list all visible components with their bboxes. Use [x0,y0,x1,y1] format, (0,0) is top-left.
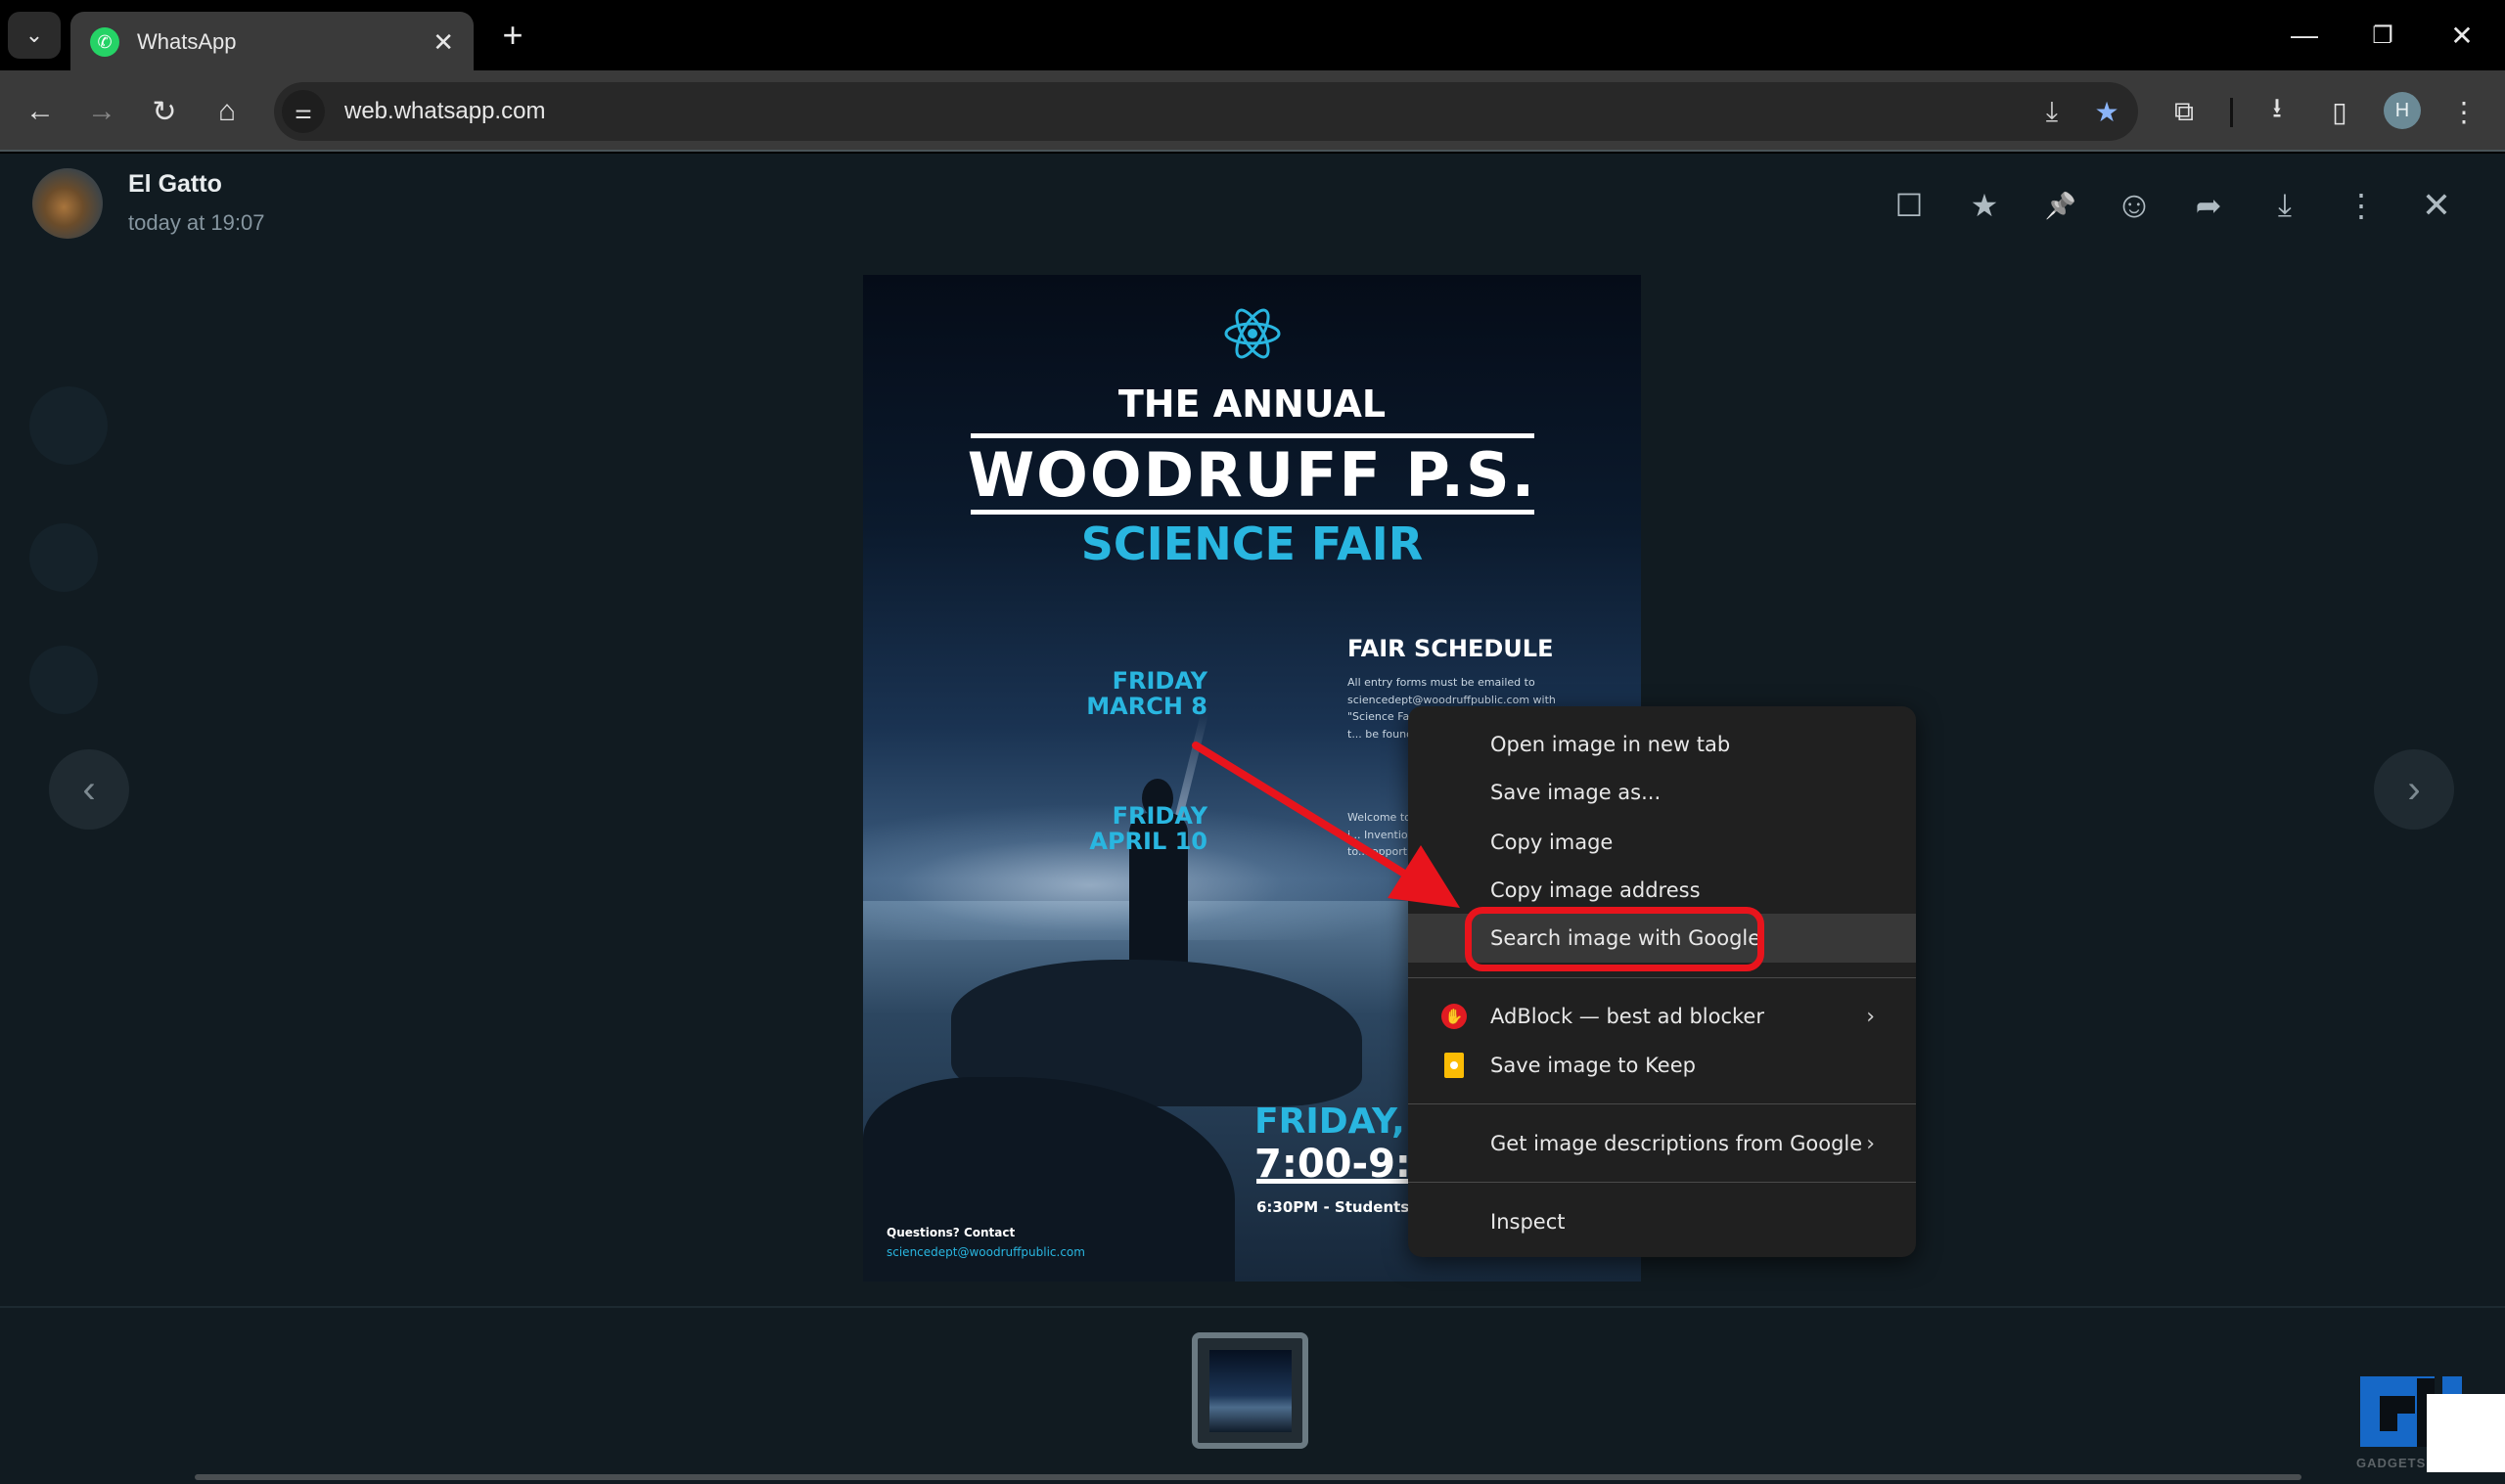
atom-icon [1224,308,1281,359]
downloads-icon[interactable]: ⭳ [2254,88,2300,135]
previous-media-button[interactable]: ‹ [49,749,129,830]
adblock-icon: ✋ [1441,1004,1467,1029]
pin-icon[interactable]: 📌 [2037,182,2084,229]
date-month: APRIL 10 [1089,828,1207,855]
poster-title: WOODRUFF P.S. [967,439,1537,511]
background-avatar [29,523,98,592]
menu-item-label: Open image in new tab [1490,733,1731,756]
watermark-text: GADGETS [2356,1456,2427,1470]
menu-item-open-image-new-tab[interactable]: Open image in new tab [1408,720,1916,769]
menu-item-inspect[interactable]: Inspect [1408,1197,1916,1246]
back-button[interactable]: ← [19,90,62,133]
chevron-right-icon: › [1866,1004,1875,1029]
poster-rule [971,510,1534,515]
profile-avatar[interactable]: H [2384,92,2421,129]
tab-close-icon[interactable]: ✕ [433,27,454,58]
media-thumbnail[interactable] [1192,1332,1308,1449]
browser-menu-icon[interactable]: ⋮ [2440,88,2487,135]
site-info-icon[interactable]: ⚌ [282,90,325,133]
thumbnail-strip-divider [0,1306,2505,1308]
menu-item-label: Save image as... [1490,781,1662,804]
poster-event: SCIENCE FAIR [1080,517,1424,570]
sender-name: El Gatto [128,170,222,198]
forward-icon[interactable]: ➦ [2185,182,2232,229]
menu-item-adblock[interactable]: ✋ AdBlock — best ad blocker › [1408,992,1916,1041]
poster-students-line: 6:30PM - Students s [1256,1198,1424,1216]
menu-item-label: Save image to Keep [1490,1054,1696,1077]
poster-contact-email: sciencedept@woodruffpublic.com [887,1245,1085,1259]
sender-avatar[interactable] [32,168,103,239]
date-day: FRIDAY [1112,667,1207,695]
menu-item-label: Inspect [1490,1210,1566,1234]
poster-event-day: FRIDAY, [1254,1102,1405,1142]
next-media-button[interactable]: › [2374,749,2454,830]
tab-title: WhatsApp [137,29,237,54]
date-month: MARCH 8 [1086,693,1207,720]
poster-date-1: FRIDAY MARCH 8 [1012,668,1207,719]
close-icon[interactable]: ✕ [2413,182,2460,229]
menu-item-get-image-descriptions[interactable]: Get image descriptions from Google › [1408,1119,1916,1168]
reload-button[interactable]: ↻ [143,90,186,133]
white-overlay-patch [2427,1394,2505,1472]
new-tab-button[interactable]: + [491,14,534,57]
side-panel-icon[interactable]: ▯ [2316,88,2363,135]
menu-separator [1408,1103,1916,1104]
bookmark-star-icon[interactable]: ★ [2083,88,2130,135]
context-menu: Open image in new tab Save image as... C… [1408,706,1916,1257]
home-button[interactable]: ⌂ [205,90,249,133]
message-timestamp: today at 19:07 [128,210,265,235]
horizontal-scrollbar[interactable] [195,1474,2301,1480]
restore-button[interactable]: ❐ [2353,14,2412,57]
toolbar-divider [2230,98,2233,127]
react-icon[interactable]: ☺ [2111,182,2158,229]
menu-item-save-to-keep[interactable]: Save image to Keep [1408,1041,1916,1090]
forward-button[interactable]: → [80,90,123,133]
menu-item-label: Copy image address [1490,878,1701,902]
minimize-button[interactable]: — [2275,14,2334,57]
chevron-left-icon: ‹ [82,767,96,811]
menu-separator [1408,1182,1916,1183]
reply-icon[interactable]: ☐ [1886,182,1933,229]
annotation-highlight-box [1465,907,1764,971]
chevron-right-icon: › [1866,1131,1875,1156]
poster-date-2: FRIDAY APRIL 10 [1012,803,1207,854]
window-close-button[interactable]: ✕ [2433,14,2491,57]
menu-item-save-image-as[interactable]: Save image as... [1408,768,1916,817]
menu-item-label: Get image descriptions from Google [1490,1132,1863,1155]
poster-schedule-title: FAIR SCHEDULE [1347,635,1554,662]
poster-questions: Questions? Contact [887,1226,1016,1239]
poster-subtitle: THE ANNUAL [1117,382,1387,426]
install-app-icon[interactable]: ⤓ [2028,88,2075,135]
star-icon[interactable]: ★ [1961,182,2008,229]
menu-separator [1408,977,1916,978]
keep-icon [1444,1053,1464,1078]
more-options-icon[interactable]: ⋮ [2338,182,2385,229]
download-icon[interactable]: ⤓ [2261,182,2308,229]
chevron-down-icon: ⌄ [24,22,44,47]
url-text[interactable]: web.whatsapp.com [344,98,2028,125]
date-day: FRIDAY [1112,802,1207,830]
poster-rule [971,433,1534,438]
tab-search-button[interactable]: ⌄ [8,12,61,59]
whatsapp-icon: ✆ [90,27,119,57]
menu-item-label: AdBlock — best ad blocker [1490,1005,1764,1028]
extensions-icon[interactable]: ⧉ [2161,88,2208,135]
thumbnail-image [1208,1349,1292,1432]
address-bar[interactable]: ⚌ web.whatsapp.com ⤓ ★ [274,82,2138,141]
background-avatar [29,386,108,465]
background-avatar [29,646,98,714]
menu-item-label: Copy image [1490,831,1614,854]
chevron-right-icon: › [2407,767,2421,811]
menu-item-copy-image[interactable]: Copy image [1408,818,1916,867]
tab-whatsapp[interactable]: ✆ WhatsApp ✕ [70,12,474,72]
